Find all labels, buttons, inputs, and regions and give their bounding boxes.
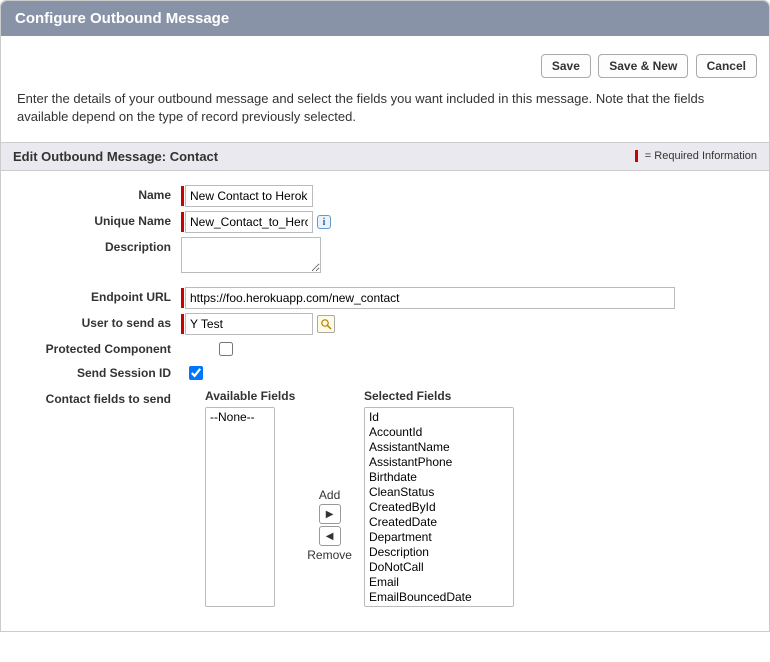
label-description: Description xyxy=(17,237,181,254)
list-item[interactable]: --None-- xyxy=(208,410,272,425)
required-indicator-icon xyxy=(635,150,638,162)
list-item[interactable]: CleanStatus xyxy=(367,485,511,500)
form-body: Name Unique Name i Description Endpoint … xyxy=(1,171,769,631)
list-item[interactable]: Department xyxy=(367,530,511,545)
page-container: Configure Outbound Message Save Save & N… xyxy=(0,0,770,632)
page-title: Configure Outbound Message xyxy=(15,10,229,27)
list-item[interactable]: AssistantPhone xyxy=(367,455,511,470)
unique-name-input[interactable] xyxy=(185,211,313,233)
available-fields-listbox[interactable]: --None-- xyxy=(205,407,275,607)
list-item[interactable]: CreatedById xyxy=(367,500,511,515)
label-protected-component: Protected Component xyxy=(17,339,181,356)
available-fields-heading: Available Fields xyxy=(205,389,295,403)
list-item[interactable]: AccountId xyxy=(367,425,511,440)
triangle-right-icon: ▶ xyxy=(326,509,334,520)
label-fields-to-send: Contact fields to send xyxy=(17,389,181,406)
user-to-send-as-input[interactable] xyxy=(185,313,313,335)
selected-fields-heading: Selected Fields xyxy=(364,389,514,403)
send-session-id-checkbox[interactable] xyxy=(189,366,203,380)
section-header: Edit Outbound Message: Contact = Require… xyxy=(1,142,769,171)
description-textarea[interactable] xyxy=(181,237,321,273)
required-mark-icon xyxy=(181,186,184,206)
list-item[interactable]: CreatedDate xyxy=(367,515,511,530)
name-input[interactable] xyxy=(185,185,313,207)
add-label: Add xyxy=(319,488,340,502)
required-info-legend: = Required Information xyxy=(635,150,757,162)
remove-label: Remove xyxy=(307,548,352,562)
required-mark-icon xyxy=(181,288,184,308)
add-button[interactable]: ▶ xyxy=(319,504,341,524)
page-title-bar: Configure Outbound Message xyxy=(1,1,769,36)
required-mark-icon xyxy=(181,314,184,334)
endpoint-url-input[interactable] xyxy=(185,287,675,309)
protected-component-checkbox[interactable] xyxy=(219,342,233,356)
save-and-new-button[interactable]: Save & New xyxy=(598,54,688,78)
list-item[interactable]: Email xyxy=(367,575,511,590)
remove-button[interactable]: ◀ xyxy=(319,526,341,546)
action-button-row: Save Save & New Cancel xyxy=(1,36,769,86)
section-title: Edit Outbound Message: Contact xyxy=(13,149,218,164)
list-item[interactable]: EmailBouncedReason xyxy=(367,605,511,607)
lookup-icon[interactable] xyxy=(317,315,335,333)
selected-fields-listbox[interactable]: IdAccountIdAssistantNameAssistantPhoneBi… xyxy=(364,407,514,607)
label-unique-name: Unique Name xyxy=(17,211,181,228)
required-info-text: = Required Information xyxy=(645,150,757,162)
cancel-button[interactable]: Cancel xyxy=(696,54,757,78)
info-icon[interactable]: i xyxy=(317,215,331,229)
list-item[interactable]: AssistantName xyxy=(367,440,511,455)
list-item[interactable]: Birthdate xyxy=(367,470,511,485)
required-mark-icon xyxy=(181,212,184,232)
list-item[interactable]: Description xyxy=(367,545,511,560)
triangle-left-icon: ◀ xyxy=(326,531,334,542)
list-item[interactable]: DoNotCall xyxy=(367,560,511,575)
intro-text: Enter the details of your outbound messa… xyxy=(1,86,769,142)
label-send-session-id: Send Session ID xyxy=(17,363,181,380)
list-item[interactable]: EmailBouncedDate xyxy=(367,590,511,605)
label-name: Name xyxy=(17,185,181,202)
list-item[interactable]: Id xyxy=(367,410,511,425)
label-user-to-send-as: User to send as xyxy=(17,313,181,330)
label-endpoint-url: Endpoint URL xyxy=(17,287,181,304)
save-button[interactable]: Save xyxy=(541,54,591,78)
